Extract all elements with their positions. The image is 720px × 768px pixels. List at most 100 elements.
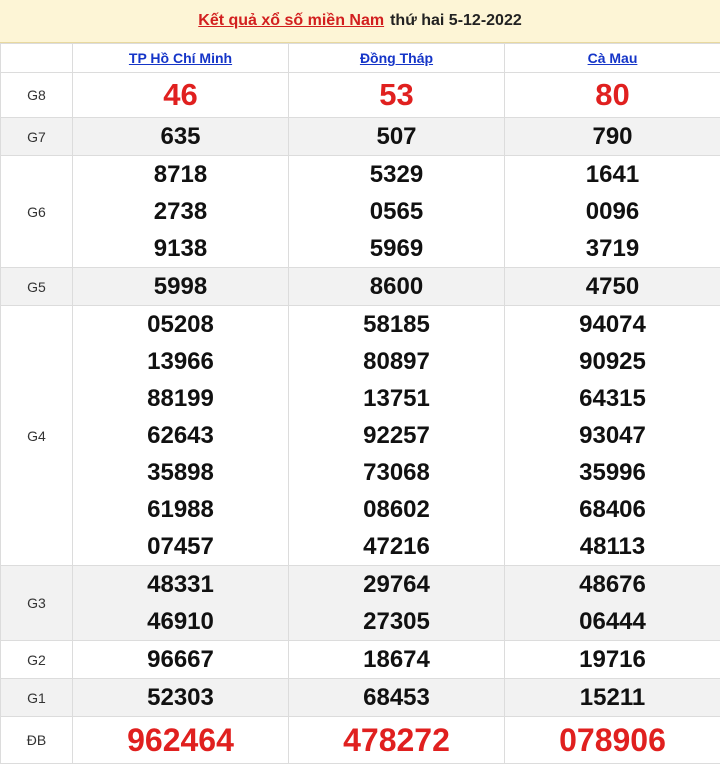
prize-number: 47216: [363, 533, 430, 560]
prize-number: 29764: [363, 571, 430, 598]
prize-cell: 05208 13966 88199 62643 35898 61988 07457: [72, 305, 289, 566]
prize-cell: 635: [72, 117, 289, 156]
prize-number: 90925: [579, 348, 646, 375]
prize-cell: 8718 2738 9138: [72, 155, 289, 268]
prize-cell: 29764 27305: [288, 565, 505, 641]
prize-number: 5969: [369, 235, 424, 262]
prize-row-g8: G8 46 53 80: [0, 72, 720, 118]
prize-number: 0565: [369, 198, 424, 225]
province-link-ca-mau[interactable]: Cà Mau: [588, 50, 638, 66]
results-page: Kết quả xổ số miền Nam thứ hai 5-12-2022…: [0, 0, 720, 768]
prize-cell: 96667: [72, 640, 289, 679]
prize-number: 8718: [153, 161, 208, 188]
prize-number: 635: [160, 123, 201, 150]
prize-label: G6: [0, 155, 73, 268]
prize-cell: 18674: [288, 640, 505, 679]
prize-number: 35898: [147, 459, 214, 486]
prize-number: 88199: [147, 385, 214, 412]
prize-number: 8600: [369, 273, 424, 300]
prize-number: 92257: [363, 422, 430, 449]
prize-number: 19716: [579, 646, 646, 673]
prize-number: 94074: [579, 311, 646, 338]
draw-date-text: thứ hai 5-12-2022: [390, 12, 522, 29]
prize-cell: 5329 0565 5969: [288, 155, 505, 268]
region-results-link[interactable]: Kết quả xổ số miền Nam: [198, 12, 384, 30]
prize-cell: 53: [288, 72, 505, 118]
province-link-dong-thap[interactable]: Đồng Tháp: [360, 50, 433, 66]
prize-cell: 48331 46910: [72, 565, 289, 641]
prize-number: 64315: [579, 385, 646, 412]
prize-cell: 4750: [504, 267, 720, 306]
prize-number: 58185: [363, 311, 430, 338]
prize-row-g2: G2 96667 18674 19716: [0, 640, 720, 679]
prize-number: 80897: [363, 348, 430, 375]
prize-number: 13966: [147, 348, 214, 375]
prize-label: G8: [0, 72, 73, 118]
prize-number: 73068: [363, 459, 430, 486]
prize-number: 07457: [147, 533, 214, 560]
prize-number: 18674: [363, 646, 430, 673]
prize-label: G4: [0, 305, 73, 566]
prize-label-header: [0, 43, 73, 73]
prize-cell: 962464: [72, 716, 289, 764]
prize-row-g3: G3 48331 46910 29764 27305 48676 06444: [0, 565, 720, 641]
prize-number: 15211: [579, 684, 646, 711]
prize-cell: 46: [72, 72, 289, 118]
prize-number: 53: [379, 77, 414, 112]
prize-number: 9138: [153, 235, 208, 262]
prize-number: 52303: [147, 684, 214, 711]
prize-cell: 8600: [288, 267, 505, 306]
prize-number: 507: [376, 123, 417, 150]
prize-cell: 68453: [288, 678, 505, 717]
prize-cell: 15211: [504, 678, 720, 717]
prize-row-g7: G7 635 507 790: [0, 117, 720, 156]
prize-cell: 078906: [504, 716, 720, 764]
prize-number: 4750: [585, 273, 640, 300]
results-header: Kết quả xổ số miền Nam thứ hai 5-12-2022: [0, 0, 720, 43]
prize-row-g4: G4 05208 13966 88199 62643 35898 61988 07457 581…: [0, 305, 720, 566]
province-link-hcm[interactable]: TP Hồ Chí Minh: [129, 50, 232, 66]
prize-label: G3: [0, 565, 73, 641]
province-header-row: TP Hồ Chí Minh Đồng Tháp Cà Mau: [0, 43, 720, 73]
prize-number: 078906: [559, 722, 666, 758]
prize-number: 05208: [147, 311, 214, 338]
prize-number: 27305: [363, 608, 430, 635]
prize-number: 3719: [585, 235, 640, 262]
prize-number: 5329: [369, 161, 424, 188]
prize-number: 93047: [579, 422, 646, 449]
prize-cell: 52303: [72, 678, 289, 717]
prize-number: 62643: [147, 422, 214, 449]
prize-cell: 94074 90925 64315 93047 35996 68406 48113: [504, 305, 720, 566]
prize-label: G7: [0, 117, 73, 156]
prize-number: 46: [163, 77, 198, 112]
prize-cell: 1641 0096 3719: [504, 155, 720, 268]
prize-number: 5998: [153, 273, 208, 300]
prize-cell: 19716: [504, 640, 720, 679]
prize-row-g6: G6 8718 2738 9138 5329 0565 5969 1641 0096 3719: [0, 155, 720, 268]
prize-cell: 478272: [288, 716, 505, 764]
prize-number: 08602: [363, 496, 430, 523]
results-table: TP Hồ Chí Minh Đồng Tháp Cà Mau G8 46 53 80…: [0, 43, 720, 764]
prize-cell: 80: [504, 72, 720, 118]
results-body: G8 46 53 80 G7 635 507 790 G6 8718 2738 9138 5329 056…: [0, 72, 720, 764]
prize-number: 35996: [579, 459, 646, 486]
prize-cell: 507: [288, 117, 505, 156]
prize-number: 80: [595, 77, 630, 112]
prize-row-db: ĐB 962464 478272 078906: [0, 716, 720, 764]
prize-label: G1: [0, 678, 73, 717]
prize-number: 478272: [343, 722, 450, 758]
prize-number: 2738: [153, 198, 208, 225]
prize-row-g1: G1 52303 68453 15211: [0, 678, 720, 717]
prize-number: 962464: [127, 722, 234, 758]
prize-number: 790: [592, 123, 633, 150]
prize-label: G5: [0, 267, 73, 306]
prize-cell: 790: [504, 117, 720, 156]
prize-cell: 58185 80897 13751 92257 73068 08602 47216: [288, 305, 505, 566]
prize-row-g5: G5 5998 8600 4750: [0, 267, 720, 306]
prize-number: 68406: [579, 496, 646, 523]
prize-number: 96667: [147, 646, 214, 673]
prize-number: 46910: [147, 608, 214, 635]
prize-number: 61988: [147, 496, 214, 523]
prize-number: 68453: [363, 684, 430, 711]
prize-number: 1641: [585, 161, 640, 188]
